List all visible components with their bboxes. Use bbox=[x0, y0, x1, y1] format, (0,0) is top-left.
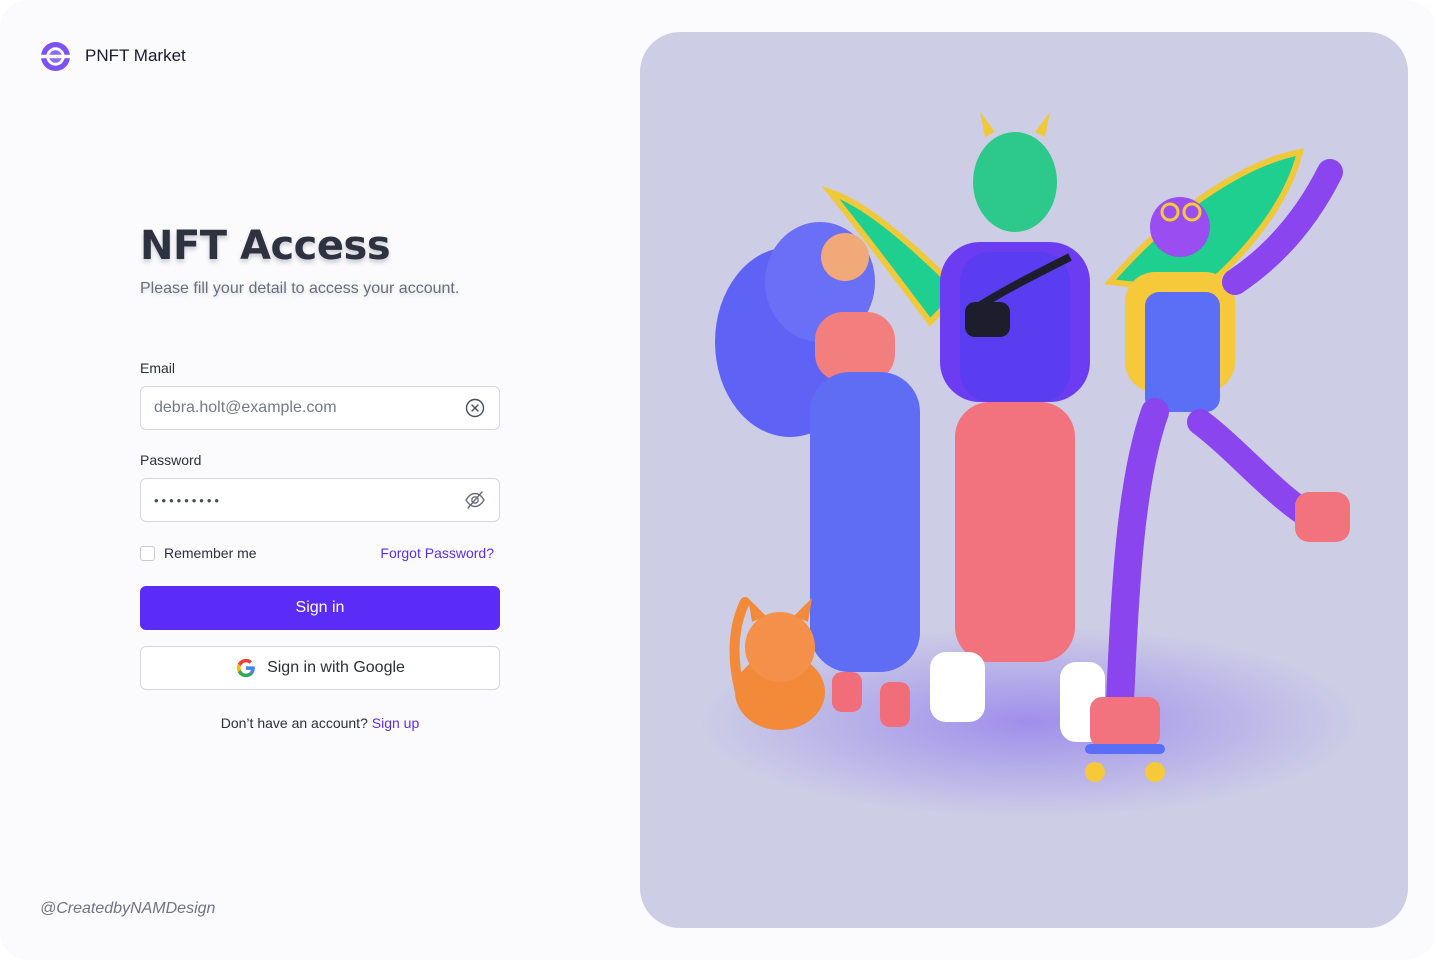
google-button-label: Sign in with Google bbox=[267, 659, 405, 676]
google-sign-in-button[interactable]: Sign in with Google bbox=[140, 646, 500, 690]
email-value[interactable]: debra.holt@example.com bbox=[154, 399, 464, 417]
signup-prompt-text: Don’t have an account? bbox=[220, 715, 368, 731]
remember-checkbox[interactable] bbox=[140, 545, 155, 561]
remember-label: Remember me bbox=[164, 545, 257, 561]
brand-header[interactable]: PNFT Market bbox=[40, 40, 186, 72]
google-icon bbox=[236, 658, 255, 678]
form-options: Remember me Forgot Password? bbox=[140, 544, 500, 562]
hero-illustration-panel bbox=[640, 32, 1408, 928]
password-label: Password bbox=[140, 452, 202, 468]
sign-up-link[interactable]: Sign up bbox=[372, 715, 419, 731]
brand-logo-icon bbox=[40, 41, 71, 71]
signup-prompt: Don’t have an account? Sign up bbox=[140, 715, 500, 731]
page-title: NFT Access bbox=[140, 223, 391, 269]
brand-name: PNFT Market bbox=[85, 46, 186, 65]
credit-text: @CreatedbyNAMDesign bbox=[40, 900, 216, 917]
password-field[interactable]: ••••••••• bbox=[140, 478, 500, 522]
email-label: Email bbox=[140, 360, 176, 376]
email-field[interactable]: debra.holt@example.com bbox=[140, 386, 500, 430]
eye-off-icon[interactable] bbox=[464, 489, 486, 511]
forgot-password-link[interactable]: Forgot Password? bbox=[380, 545, 494, 561]
clear-circle-icon[interactable] bbox=[464, 397, 486, 419]
sign-in-button[interactable]: Sign in bbox=[140, 586, 500, 630]
remember-me[interactable]: Remember me bbox=[140, 545, 257, 561]
login-form: NFT Access Please fill your detail to ac… bbox=[140, 222, 500, 731]
password-value[interactable]: ••••••••• bbox=[154, 493, 464, 508]
hero-illustration bbox=[700, 112, 1360, 817]
page-subtitle: Please fill your detail to access your a… bbox=[140, 280, 460, 297]
